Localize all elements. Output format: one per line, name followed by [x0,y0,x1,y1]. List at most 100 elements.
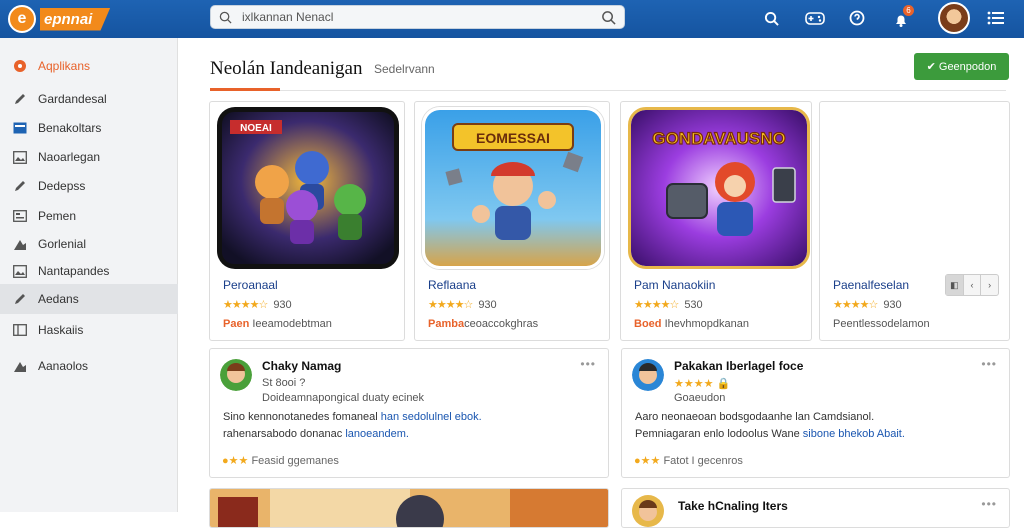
review-link[interactable]: lanoeandem. [345,428,409,440]
carousel-pager: ◧ ‹ › [945,274,999,296]
title-divider [210,90,1006,91]
rating-count: 930 [478,299,497,311]
sidebar-item-label: Dedepss [38,179,86,193]
game-card[interactable]: NOEAI Peroanaal ★★★★☆ 930 Paen Ieeamodebt… [209,101,405,341]
review-link[interactable]: han sedolulnel ebok. [381,411,482,423]
search-filter-icon [219,11,232,24]
help-icon[interactable] [846,7,868,29]
star-icon: ●★★ [634,455,661,467]
game-banner[interactable] [209,488,609,528]
sidebar-item-gorlenial[interactable]: Gorlenial [0,229,178,259]
sidebar-item-label: Naoarlegan [38,150,101,164]
pager-toggle-icon[interactable]: ◧ [946,275,964,295]
review-author[interactable]: Pakakan Iberlagel foce [674,359,803,373]
app-logo-icon [12,58,28,74]
sidebar-item-naoarlegan[interactable]: Naoarlegan [0,142,178,172]
search-icon[interactable] [601,10,616,25]
game-tag: Boed Ihevhmopdkanan [634,318,749,330]
chevron-left-icon[interactable]: ‹ [964,275,982,295]
game-title[interactable]: Paenalfeselan [833,278,909,292]
review-subtitle: Doideamnapongical duaty ecinek [262,392,425,404]
brand-name: epnnai [40,7,111,31]
review-subtitle: Goaeudon [674,392,726,404]
tag-icon [12,358,28,374]
sidebar-item-aedans[interactable]: Aedans [0,284,178,314]
sidebar: Aqplikans Gardandesal Benakoltars Naoarl… [0,38,178,512]
page-subtitle: Sedelrvann [374,62,435,76]
svg-text:NOEAI: NOEAI [240,123,272,134]
game-card[interactable]: ◧ ‹ › Paenalfeselan ★★★★☆ 930 Peentlessod… [819,101,1010,341]
more-options-icon[interactable]: ••• [981,497,997,511]
review-link[interactable]: sibone bhekob Abait. [803,428,905,440]
review-card[interactable]: Take hCnaling Iters ••• [621,488,1010,528]
game-art: GONDAVAUSNO [631,110,807,266]
search-icon[interactable] [760,7,782,29]
review-footer: ●★★ Feasid ggemanes [222,455,339,467]
avatar [220,359,252,391]
sidebar-item-pemen[interactable]: Pemen [0,201,178,231]
menu-icon[interactable] [985,7,1007,29]
sidebar-item-gardandesal[interactable]: Gardandesal [0,84,178,114]
pencil-icon [12,291,28,307]
rating-count: 530 [684,299,703,311]
sidebar-item-label: Aedans [38,292,79,306]
grid-icon [12,322,28,338]
game-thumbnail[interactable]: NOEAI [217,107,399,269]
sidebar-item-aqplikans[interactable]: Aqplikans [0,51,178,81]
game-art: EOMESSAI [425,110,601,266]
more-options-icon[interactable]: ••• [580,357,596,371]
pencil-icon [12,178,28,194]
sidebar-item-haskaiis[interactable]: Haskaiis [0,315,178,345]
review-author[interactable]: Take hCnaling Iters [678,499,788,513]
sidebar-item-label: Nantapandes [38,264,110,278]
avatar[interactable] [938,2,970,34]
banner-art [210,489,608,527]
chevron-right-icon[interactable]: › [981,275,998,295]
gamepad-icon[interactable] [804,7,826,29]
search-input[interactable]: ixlkannan Nenacl [210,5,625,29]
page-title: Neolán Iandeanigan [210,58,363,79]
rating-stars: ★★★★☆ 930 [428,299,497,311]
notification-badge: 6 [903,5,914,16]
review-body: Sino kennonotanedes fomaneal han sedolul… [223,411,482,440]
rating-count: 930 [883,299,902,311]
search-query: ixlkannan Nenacl [242,10,334,24]
photo-icon [12,263,28,279]
svg-text:EOMESSAI: EOMESSAI [476,130,550,146]
game-title[interactable]: Reflaana [428,278,476,292]
game-card[interactable]: GONDAVAUSNO Pam Nanaokiin ★★★★☆ 530 Boed … [620,101,812,341]
review-card[interactable]: Chaky Namag St 8ooi ? Doideamnapongical … [209,348,609,478]
star-icon: ●★★ [222,455,249,467]
game-art: NOEAI [222,112,394,264]
card-icon [12,120,28,136]
main-content: Neolán Iandeanigan Sedelrvann ✔ Geenpodo… [178,38,1024,528]
sidebar-item-label: Pemen [38,209,77,223]
game-card[interactable]: EOMESSAI Reflaana ★★★★☆ 930 Pambaceoaccok… [414,101,610,341]
rating-count: 930 [273,299,292,311]
game-thumbnail[interactable]: EOMESSAI [422,107,604,269]
sidebar-item-label: Aanaolos [38,359,89,373]
sidebar-item-label: Gardandesal [38,92,107,106]
pencil-icon [12,91,28,107]
top-bar: e epnnai ixlkannan Nenacl 6 [0,0,1024,38]
avatar [632,359,664,391]
game-title[interactable]: Peroanaal [223,278,278,292]
game-thumbnail[interactable]: GONDAVAUSNO [628,107,810,269]
more-options-icon[interactable]: ••• [981,357,997,371]
game-tag: Peentlessodelamon [833,318,930,330]
sidebar-item-nantapandes[interactable]: Nantapandes [0,256,178,286]
review-author[interactable]: Chaky Namag [262,359,341,373]
list-icon [12,208,28,224]
sidebar-item-aanaolos[interactable]: Aanaolos [0,351,178,381]
svg-text:GONDAVAUSNO: GONDAVAUSNO [652,129,786,148]
sidebar-item-label: Haskaiis [38,323,84,337]
app-logo[interactable]: e epnnai [8,4,111,34]
review-card[interactable]: Pakakan Iberlagel foce ★★★★ 🔒 Goaeudon A… [621,348,1010,478]
game-title[interactable]: Pam Nanaokiin [634,278,715,292]
download-button[interactable]: ✔ Geenpodon [914,53,1009,80]
avatar [632,495,664,527]
chart-icon [12,236,28,252]
sidebar-item-label: Benakoltars [38,121,102,135]
sidebar-item-benakoltars[interactable]: Benakoltars [0,113,178,143]
sidebar-item-dedepss[interactable]: Dedepss [0,171,178,201]
